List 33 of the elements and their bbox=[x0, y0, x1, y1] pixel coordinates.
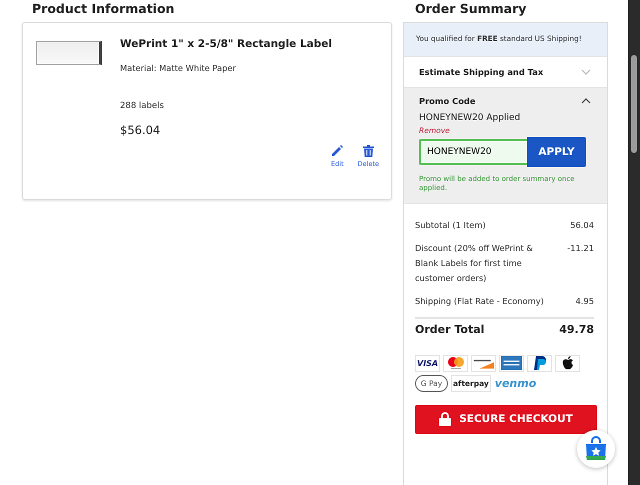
order-total-label: Order Total bbox=[415, 322, 484, 338]
apply-button[interactable]: APPLY bbox=[527, 137, 586, 167]
scrollbar-thumb[interactable] bbox=[631, 55, 637, 153]
mastercard-logo bbox=[443, 354, 468, 372]
line-label: Subtotal (1 Item) bbox=[415, 218, 487, 232]
product-name: WePrint 1" x 2-5/8" Rectangle Label bbox=[120, 38, 332, 50]
paypal-logo bbox=[527, 354, 552, 372]
line-label: Discount (20% off WePrint & Blank Labels for first time customer orders) bbox=[415, 242, 534, 284]
padlock-icon bbox=[439, 412, 452, 426]
accordion-header[interactable]: Estimate Shipping and Tax bbox=[404, 57, 607, 87]
label-sheet-thumbnail bbox=[36, 41, 102, 65]
secure-checkout-button[interactable]: SECURE CHECKOUT bbox=[415, 404, 597, 434]
shopping-bag-button[interactable] bbox=[577, 430, 615, 468]
price-text: $56.04 bbox=[120, 123, 162, 137]
trash-icon bbox=[362, 145, 374, 157]
order-total-amount: 49.78 bbox=[559, 322, 594, 338]
visa-logo: VISA bbox=[415, 354, 440, 372]
accordion-header[interactable]: Promo Code bbox=[404, 88, 607, 113]
promo-code-field[interactable]: HONEYNEW20 bbox=[419, 139, 527, 165]
line-amount: 56.04 bbox=[570, 218, 594, 232]
quantity-text: 288 labels bbox=[120, 101, 165, 111]
scrollbar[interactable] bbox=[628, 0, 640, 485]
line-label: Shipping (Flat Rate - Economy) bbox=[415, 294, 545, 308]
applied-promo-text: HONEYNEW20 Applied bbox=[419, 113, 522, 123]
section-heading: Order Summary bbox=[414, 0, 528, 18]
apple-logo bbox=[555, 354, 580, 372]
material-text: Material: Matte White Paper bbox=[120, 63, 237, 73]
venmo-logo: venmo bbox=[494, 376, 538, 392]
line-amount: -11.21 bbox=[567, 242, 594, 254]
shopping-bag-icon bbox=[584, 436, 608, 462]
section-heading: Product Information bbox=[31, 0, 176, 18]
line-amount: 4.95 bbox=[576, 294, 594, 308]
pencil-icon bbox=[331, 145, 344, 157]
